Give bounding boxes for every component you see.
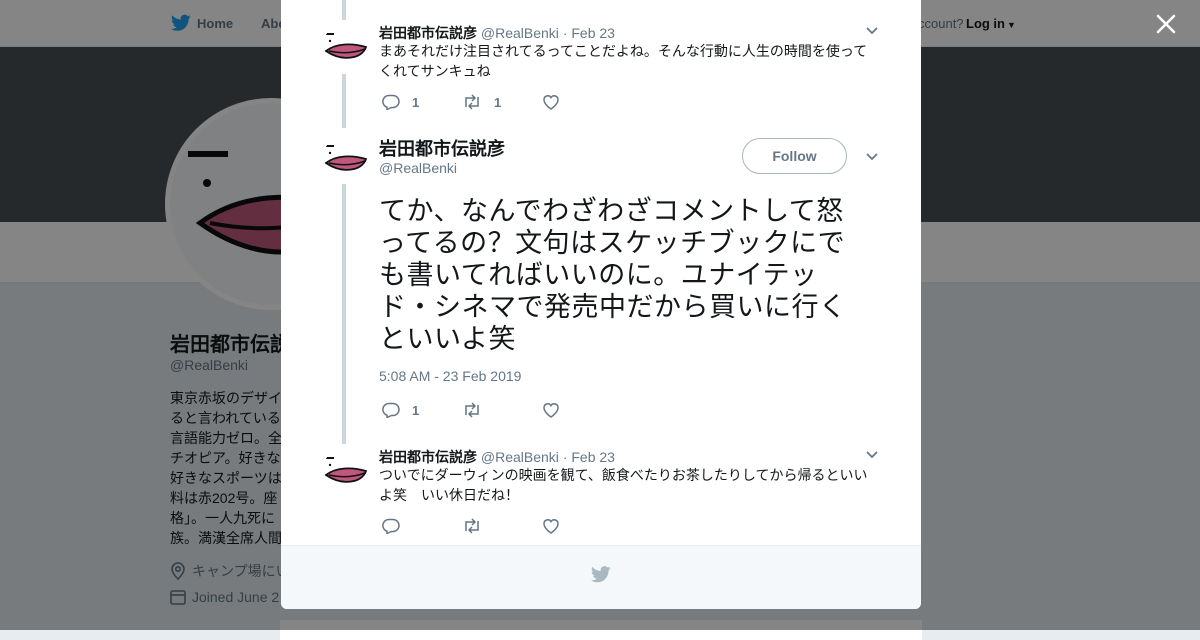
tweet-author-name[interactable]: 岩田都市伝説彦 — [379, 135, 505, 161]
reply-icon — [382, 94, 400, 110]
tweet-actions — [382, 516, 622, 536]
retweet-button[interactable]: 1 — [462, 94, 542, 110]
reply-icon — [382, 402, 400, 418]
tweet-actions: 1 1 — [382, 92, 622, 112]
retweet-icon — [465, 518, 479, 534]
close-icon[interactable] — [1154, 12, 1178, 36]
chevron-down-icon[interactable] — [865, 448, 879, 462]
tweet-author-handle[interactable]: @RealBenki — [379, 160, 457, 176]
tweet-author-name[interactable]: 岩田都市伝説彦 — [379, 449, 477, 465]
like-icon — [543, 403, 559, 418]
tweet-date[interactable]: · Feb 23 — [563, 25, 615, 41]
twitter-bird-icon[interactable] — [591, 566, 611, 583]
tweet-author-handle[interactable]: @RealBenki — [481, 449, 559, 465]
tweet-author-name[interactable]: 岩田都市伝説彦 — [379, 25, 477, 41]
tweet-author-handle[interactable]: @RealBenki — [481, 25, 559, 41]
tweet-thread-modal: 岩田都市伝説彦 @RealBenki · Feb 23 まあそれだけ注目されてる… — [281, 0, 921, 609]
tweet-text: ついでにダーウィンの映画を観て、飯食べたりお茶したりしてから帰るといいよ笑 いい… — [379, 467, 868, 503]
retweet-button[interactable] — [462, 518, 542, 534]
like-button[interactable] — [542, 402, 622, 418]
tweet-item[interactable]: 岩田都市伝説彦 @RealBenki · Feb 23 ついでにダーウィンの映画… — [281, 444, 921, 545]
like-icon — [543, 519, 559, 534]
like-button[interactable] — [542, 94, 622, 110]
tweet-avatar[interactable] — [322, 448, 370, 496]
reply-icon — [382, 518, 400, 534]
tweet-text: まあそれだけ注目されてるってことだよね。そんな行動に人生の時間を使ってくれてサン… — [379, 43, 868, 79]
tweet-header: 岩田都市伝説彦 @RealBenki · Feb 23 — [379, 23, 615, 43]
tweet-header: 岩田都市伝説彦 @RealBenki · Feb 23 — [379, 447, 615, 467]
tweet-text-large: てか、なんでわざわざコメントして怒ってるの？文句はスケッチブックにでも書いてれば… — [379, 196, 847, 354]
chevron-down-icon[interactable] — [865, 150, 879, 164]
follow-button[interactable]: Follow — [742, 138, 847, 174]
tweet-avatar[interactable] — [322, 24, 370, 72]
reply-button[interactable] — [382, 518, 462, 534]
retweet-icon — [465, 94, 479, 110]
reply-count: 1 — [412, 94, 420, 110]
modal-footer — [281, 545, 921, 609]
retweet-count: 1 — [494, 94, 502, 110]
like-button[interactable] — [542, 518, 622, 534]
tweet-avatar[interactable] — [322, 136, 370, 184]
retweet-icon — [465, 402, 479, 418]
tweet-date[interactable]: · Feb 23 — [563, 449, 615, 465]
retweet-button[interactable] — [462, 402, 542, 418]
reply-button[interactable]: 1 — [382, 94, 462, 110]
chevron-down-icon[interactable] — [865, 24, 879, 38]
tweet-actions: 1 — [382, 400, 622, 420]
tweet-timestamp[interactable]: 5:08 AM - 23 Feb 2019 — [379, 368, 521, 384]
like-icon — [543, 95, 559, 110]
tweet-item[interactable]: 岩田都市伝説彦 @RealBenki · Feb 23 まあそれだけ注目されてる… — [281, 0, 921, 128]
reply-count: 1 — [412, 402, 420, 418]
reply-button[interactable]: 1 — [382, 402, 462, 418]
